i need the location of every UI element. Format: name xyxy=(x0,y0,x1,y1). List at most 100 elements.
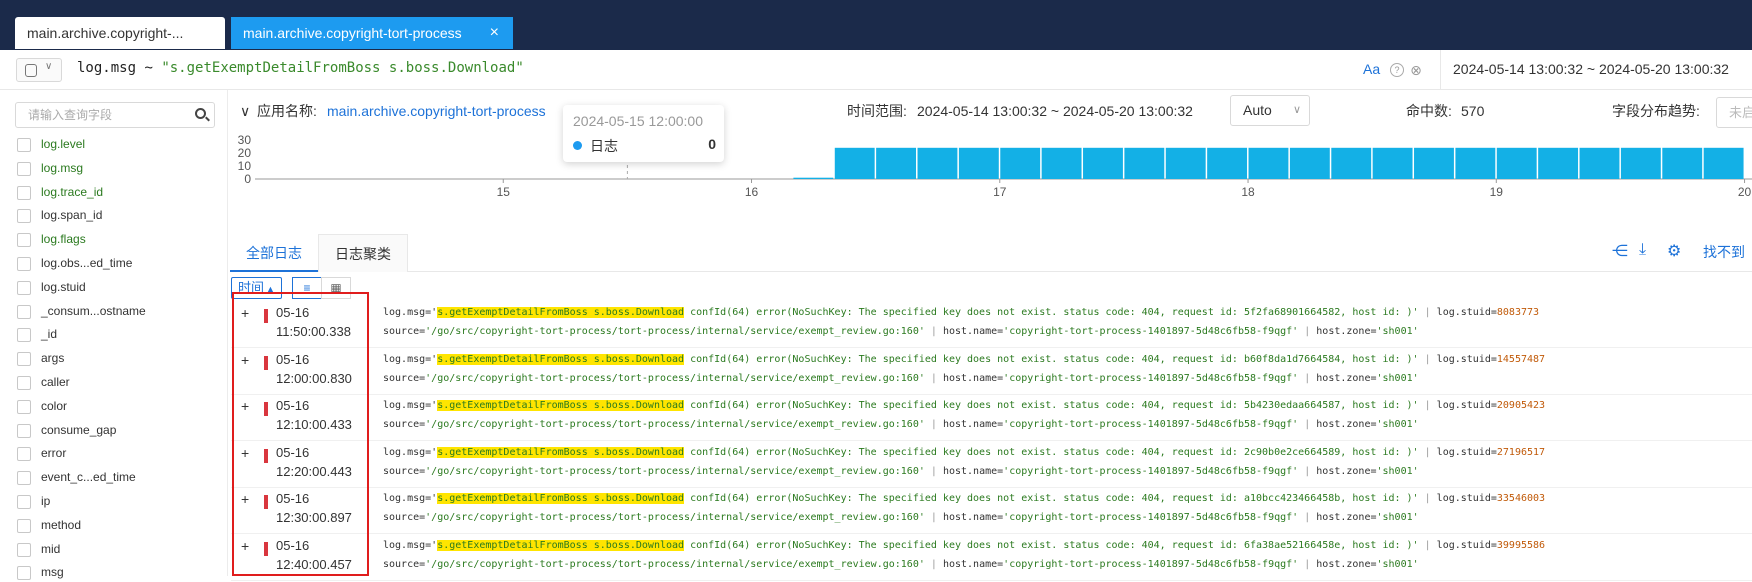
field-checkbox[interactable] xyxy=(17,138,31,152)
field-checkbox[interactable] xyxy=(17,328,31,343)
trend-value: 未启 xyxy=(1729,105,1752,120)
field-checkbox[interactable] xyxy=(17,399,31,414)
tab-active[interactable]: main.archive.copyright-tort-process × xyxy=(231,17,513,49)
datasource-select[interactable]: ∨ xyxy=(16,58,62,82)
query-input[interactable]: log.msg ~ "s.getExemptDetailFromBoss s.b… xyxy=(77,60,524,76)
field-checkbox[interactable] xyxy=(17,304,31,319)
source-key: source= xyxy=(383,419,426,431)
field-checkbox[interactable] xyxy=(17,518,31,533)
field-label: _consum...ostname xyxy=(41,303,146,318)
field-checkbox[interactable] xyxy=(17,447,31,462)
log-row[interactable]: +05-16 12:20:00.443 log.msg='s.getExemptDe… xyxy=(231,441,1752,488)
log-line-1: log.msg='s.getExemptDetailFromBoss s.bos… xyxy=(383,353,1546,365)
field-label: _id xyxy=(41,327,58,342)
log-row[interactable]: +05-16 12:10:00.433 log.msg='s.getExemptDe… xyxy=(231,394,1752,442)
log-row[interactable]: +05-16 12:40:00.457 log.msg='s.getExemptDe… xyxy=(231,534,1752,581)
request-id: 5b4230edaa664587 xyxy=(1243,400,1341,412)
histogram-bar xyxy=(1207,147,1248,179)
download-icon[interactable]: ⤓ xyxy=(1639,241,1646,259)
separator: | xyxy=(1304,465,1311,477)
stuid-value: 14557487 xyxy=(1496,353,1546,365)
msg-text: confId(64) error(NoSuchKey: The specifie… xyxy=(684,353,1244,365)
date-range-picker[interactable]: 2024-05-14 13:00:32 ~ 2024-05-20 13:00:3… xyxy=(1440,50,1752,90)
hits-count: 570 xyxy=(1461,103,1485,119)
field-label: log.stuid xyxy=(41,279,86,294)
log-row[interactable]: +05-16 11:50:00.338 log.msg='s.getExemptDe… xyxy=(231,301,1752,348)
search-icon xyxy=(195,108,206,119)
field-checkbox[interactable] xyxy=(17,352,31,367)
tab-label: main.archive.copyright-... xyxy=(27,25,184,41)
x-tick-label: 16 xyxy=(745,185,759,199)
field-checkbox[interactable] xyxy=(17,185,31,200)
case-sensitive-toggle[interactable]: Aa xyxy=(1363,61,1380,77)
field-checkbox[interactable] xyxy=(17,280,31,295)
field-checkbox[interactable] xyxy=(17,542,31,557)
histogram-bar xyxy=(793,177,834,179)
tab-all-logs[interactable]: 全部日志 xyxy=(230,234,318,272)
field-checkbox[interactable] xyxy=(17,495,31,509)
interval-select[interactable]: Auto ∨ xyxy=(1230,95,1310,126)
host-value: 'copyright-tort-process-1401897-5d48c6fb… xyxy=(1003,419,1299,431)
chevron-down-icon[interactable]: ∨ xyxy=(240,90,250,133)
tab-log-cluster[interactable]: 日志聚类 xyxy=(318,234,408,272)
trend-select[interactable]: 未启 xyxy=(1716,97,1752,128)
histogram-bar xyxy=(1372,147,1413,179)
host-key: host.name= xyxy=(942,326,1004,337)
separator: | xyxy=(1424,353,1431,365)
field-search-input[interactable]: 请输入查询字段 xyxy=(15,102,215,128)
field-checkbox[interactable] xyxy=(17,233,31,248)
log-row[interactable]: +05-16 12:00:00.830 log.msg='s.getExemptDe… xyxy=(231,348,1752,395)
field-checkbox[interactable] xyxy=(17,471,31,486)
field-label: method xyxy=(41,517,82,532)
request-id: b60f8da1d7664584 xyxy=(1243,353,1341,365)
app-label: 应用名称: xyxy=(257,103,317,119)
app-name-link[interactable]: main.archive.copyright-tort-process xyxy=(327,90,546,133)
field-search-placeholder: 请输入查询字段 xyxy=(28,108,113,122)
msg-key: log.msg= xyxy=(383,446,432,458)
y-tick-label: 20 xyxy=(238,146,252,160)
separator: | xyxy=(1304,419,1311,431)
clear-icon[interactable]: ⊗ xyxy=(1409,63,1423,77)
msg-text: confId(64) error(NoSuchKey: The specifie… xyxy=(684,446,1244,458)
field-label: args xyxy=(41,351,65,366)
separator: | xyxy=(1424,400,1431,412)
separator: | xyxy=(930,372,937,384)
help-icon[interactable]: ? xyxy=(1390,63,1404,77)
source-key: source= xyxy=(383,465,426,477)
log-line-2: source='/go/src/copyright-tort-process/t… xyxy=(383,512,1419,523)
close-icon[interactable]: × xyxy=(490,17,499,49)
host-value: 'copyright-tort-process-1401897-5d48c6fb… xyxy=(1003,465,1299,477)
msg-key: log.msg= xyxy=(383,353,432,365)
stuid-value: 33546003 xyxy=(1496,493,1546,505)
query-field: log.msg xyxy=(77,60,137,76)
msg-highlight: s.getExemptDetailFromBoss s.boss.Downloa… xyxy=(437,307,685,318)
field-checkbox[interactable] xyxy=(17,161,31,176)
chart-tooltip: 2024-05-15 12:00:00 日志 0 xyxy=(563,105,724,162)
log-line-1: log.msg='s.getExemptDetailFromBoss s.bos… xyxy=(383,493,1546,505)
log-line-2: source='/go/src/copyright-tort-process/t… xyxy=(383,326,1419,337)
msg-key: log.msg= xyxy=(383,400,432,412)
field-checkbox[interactable] xyxy=(17,209,31,224)
separator: | xyxy=(1424,493,1431,505)
chevron-down-icon: ∨ xyxy=(1292,104,1301,116)
query-value: "s.getExemptDetailFromBoss s.boss.Downlo… xyxy=(161,60,524,76)
tab-inactive[interactable]: main.archive.copyright-... xyxy=(15,17,225,49)
field-checkbox[interactable] xyxy=(17,376,31,390)
field-checkbox[interactable] xyxy=(17,423,31,438)
source-key: source= xyxy=(383,559,426,570)
zone-key: host.zone= xyxy=(1316,326,1377,337)
x-tick-label: 17 xyxy=(993,185,1007,199)
settings-icon[interactable]: ⚙ xyxy=(1667,241,1681,261)
log-row[interactable]: +05-16 12:30:00.897 log.msg='s.getExemptDe… xyxy=(231,487,1752,535)
stuid-key: log.stuid= xyxy=(1436,353,1497,365)
zone-key: host.zone= xyxy=(1316,512,1377,524)
share-icon[interactable]: ⋲ xyxy=(1612,241,1628,261)
x-tick-label: 15 xyxy=(497,185,511,199)
field-checkbox[interactable] xyxy=(17,566,31,581)
msg-key: log.msg= xyxy=(383,493,432,505)
field-checkbox[interactable] xyxy=(17,257,31,271)
separator: | xyxy=(930,465,937,477)
separator: | xyxy=(1424,307,1431,318)
not-found-link[interactable]: 找不到 xyxy=(1703,242,1745,262)
histogram-bar xyxy=(1289,147,1330,179)
